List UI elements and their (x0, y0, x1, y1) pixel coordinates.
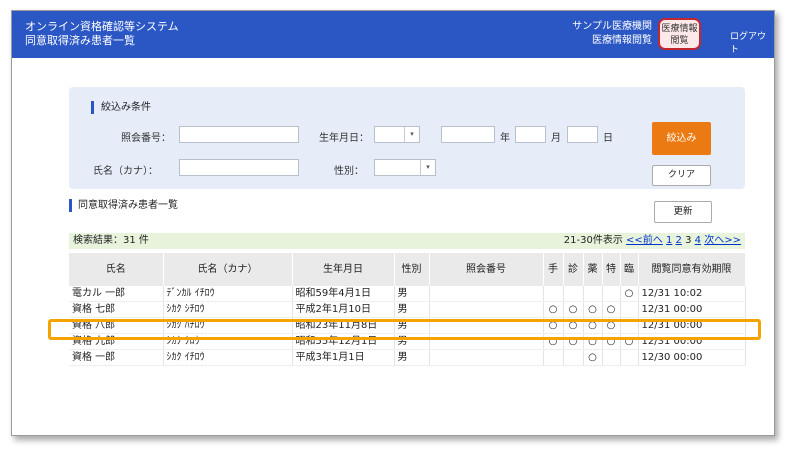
col-rin: 臨 (620, 253, 639, 286)
clear-button[interactable]: クリア (652, 165, 711, 186)
org-role: 医療情報閲覧 (592, 35, 652, 46)
filter-search-button[interactable]: 絞込み (652, 122, 711, 155)
col-sex: 性別 (394, 253, 430, 286)
filter-title: 絞込み条件 (91, 101, 151, 114)
cell-expiry: 12/30 00:00 (638, 349, 746, 366)
cell-rin: ○ (620, 286, 639, 302)
cell-shin (563, 349, 584, 366)
cell-kana: ｼｶｸ ｲﾁﾛｳ (163, 349, 293, 366)
current-page: 3 (685, 235, 692, 246)
cell-ref (429, 286, 544, 302)
ref-no-label: 照会番号： (121, 133, 171, 144)
prev-page-link[interactable]: <<前へ (626, 235, 663, 246)
cell-kana: ｼｶｸ ｼﾁﾛｳ (163, 301, 293, 318)
cell-name: 電カル 一郎 (69, 286, 164, 302)
cell-te: ○ (543, 301, 564, 318)
name-kana-label: 氏名（カナ）： (93, 166, 158, 177)
cell-name: 資格 七郎 (69, 301, 164, 318)
birth-day-input[interactable] (567, 126, 598, 143)
birth-year-input[interactable] (441, 126, 495, 143)
col-shin: 診 (563, 253, 584, 286)
row-highlight-frame (48, 319, 761, 340)
cell-ref (429, 301, 544, 318)
col-name: 氏名 (69, 253, 164, 286)
header-bar: オンライン資格確認等システム 同意取得済み患者一覧 サンプル医療機関 医療情報閲… (12, 11, 774, 58)
ref-no-input[interactable] (179, 126, 299, 143)
col-kana: 氏名（カナ） (163, 253, 293, 286)
table-row[interactable]: 電カル 一郎 ﾃﾞﾝｶﾙ ｲﾁﾛｳ 昭和59年4月1日 男 ○ 12/31 10… (69, 286, 746, 302)
cell-expiry: 12/31 00:00 (638, 301, 746, 318)
cell-te (543, 286, 564, 302)
sex-select[interactable]: ▾ (374, 159, 436, 176)
cell-toku (602, 349, 621, 366)
medical-info-label-1: 医療情報 (661, 24, 698, 34)
birth-month-input[interactable] (515, 126, 546, 143)
cell-shin: ○ (563, 301, 584, 318)
page-title: 同意取得済み患者一覧 (25, 34, 135, 47)
result-count: 検索結果：31 件 (73, 235, 149, 246)
pager: 21-30件表示 <<前へ 1 2 3 4 次へ>> (564, 233, 741, 249)
month-unit: 月 (551, 133, 561, 144)
cell-yaku: ○ (583, 301, 603, 318)
medical-info-label-2: 閲覧 (670, 36, 689, 46)
col-birth: 生年月日 (292, 253, 395, 286)
day-unit: 日 (603, 133, 613, 144)
medical-info-button[interactable]: 医療情報 閲覧 (658, 18, 701, 50)
col-te: 手 (543, 253, 564, 286)
page-range: 21-30件表示 (563, 235, 623, 246)
col-ref: 照会番号 (429, 253, 544, 286)
table-row[interactable]: 資格 一郎 ｼｶｸ ｲﾁﾛｳ 平成3年1月1日 男 ○ 12/30 00:00 (69, 349, 746, 366)
era-select[interactable]: ▾ (374, 126, 420, 143)
cell-toku (602, 286, 621, 302)
update-button[interactable]: 更新 (654, 201, 712, 223)
cell-rin (620, 349, 639, 366)
name-kana-input[interactable] (179, 159, 299, 176)
cell-birth: 平成2年1月10日 (292, 301, 395, 318)
app-title: オンライン資格確認等システム 同意取得済み患者一覧 (25, 20, 179, 48)
page-link-4[interactable]: 4 (695, 235, 701, 246)
table-row[interactable]: 資格 七郎 ｼｶｸ ｼﾁﾛｳ 平成2年1月10日 男 ○ ○ ○ ○ 12/31… (69, 301, 746, 318)
cell-name: 資格 一郎 (69, 349, 164, 366)
cell-sex: 男 (394, 301, 430, 318)
result-bar: 検索結果：31 件 21-30件表示 <<前へ 1 2 3 4 次へ>> (69, 233, 745, 249)
cell-expiry: 12/31 10:02 (638, 286, 746, 302)
next-page-link[interactable]: 次へ>> (704, 235, 741, 246)
page-link-2[interactable]: 2 (676, 235, 682, 246)
table-header: 氏名 氏名（カナ） 生年月日 性別 照会番号 手 診 薬 特 臨 閲覧同意有効期… (69, 253, 746, 286)
org-name: サンプル医療機関 (572, 21, 652, 32)
logout-link[interactable]: ログアウト (730, 29, 774, 55)
page-link-1[interactable]: 1 (666, 235, 672, 246)
list-title: 同意取得済み患者一覧 (69, 199, 178, 212)
filter-panel: 絞込み条件 照会番号： 生年月日： ▾ 年 月 日 氏名（カナ）： 性別： ▾ … (69, 87, 745, 189)
col-expiry: 閲覧同意有効期限 (638, 253, 746, 286)
cell-yaku: ○ (583, 349, 603, 366)
sex-label: 性別： (334, 166, 364, 177)
cell-ref (429, 349, 544, 366)
app-window: オンライン資格確認等システム 同意取得済み患者一覧 サンプル医療機関 医療情報閲… (11, 10, 775, 436)
cell-toku: ○ (602, 301, 621, 318)
chevron-down-icon: ▾ (420, 160, 435, 175)
col-yaku: 薬 (583, 253, 603, 286)
cell-yaku (583, 286, 603, 302)
chevron-down-icon: ▾ (404, 127, 419, 142)
cell-birth: 平成3年1月1日 (292, 349, 395, 366)
patient-table: 氏名 氏名（カナ） 生年月日 性別 照会番号 手 診 薬 特 臨 閲覧同意有効期… (69, 253, 746, 366)
cell-sex: 男 (394, 286, 430, 302)
cell-kana: ﾃﾞﾝｶﾙ ｲﾁﾛｳ (163, 286, 293, 302)
cell-sex: 男 (394, 349, 430, 366)
birth-label: 生年月日： (319, 133, 369, 144)
cell-rin (620, 301, 639, 318)
cell-shin (563, 286, 584, 302)
col-toku: 特 (602, 253, 621, 286)
cell-te (543, 349, 564, 366)
system-name: オンライン資格確認等システム (25, 20, 179, 33)
org-info: サンプル医療機関 医療情報閲覧 (572, 20, 652, 48)
cell-birth: 昭和59年4月1日 (292, 286, 395, 302)
year-unit: 年 (500, 133, 510, 144)
